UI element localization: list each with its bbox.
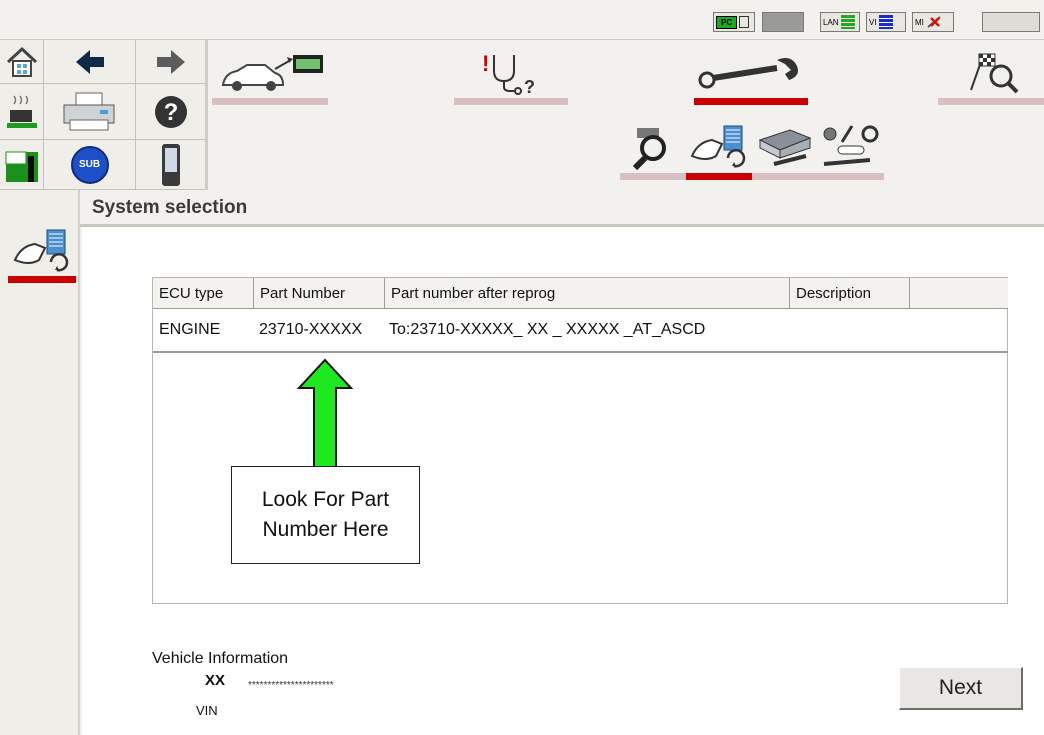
vehicle-info-label: Vehicle Information (152, 650, 289, 667)
vi-device-button[interactable] (136, 140, 206, 190)
lan-signal-icon (840, 15, 855, 29)
forward-button[interactable] (136, 40, 206, 84)
vehicle-connect-button[interactable] (212, 46, 328, 98)
next-button[interactable]: Next (899, 667, 1023, 710)
coffee-cup-icon (6, 95, 37, 128)
arrow-right-icon (156, 49, 185, 74)
sub-icon: SUB (70, 145, 109, 184)
annotation-line-1: Look For Part (261, 488, 390, 511)
cell-part-number: 23710-XXXXX (259, 321, 363, 338)
mi-disconnected-icon (927, 16, 941, 28)
back-button[interactable] (44, 40, 136, 84)
stethoscope-icon: !? (482, 51, 535, 95)
maintenance-underline (818, 173, 884, 180)
column-header-description[interactable]: Description (790, 278, 910, 309)
checkered-flag-icon (970, 53, 1019, 94)
screen-resize-button[interactable] (0, 140, 44, 190)
reprogramming-icon (690, 125, 746, 168)
toolbar-divider (205, 40, 208, 190)
status-blank-indicator (982, 12, 1040, 32)
reprogramming-icon (13, 229, 69, 272)
printer-icon (63, 92, 114, 130)
ecu-search-button[interactable] (620, 120, 686, 172)
ecu-search-underline (620, 173, 686, 180)
custom-user-setting-button[interactable] (938, 46, 1044, 98)
battery-indicator (762, 12, 804, 32)
home-button[interactable] (0, 40, 44, 84)
resize-window-icon (5, 151, 38, 182)
arrow-left-icon (75, 49, 104, 74)
column-header-extra[interactable] (910, 278, 1008, 309)
column-header-part-number[interactable]: Part Number (254, 278, 385, 309)
cell-part-after-reprog: To:23710-XXXXX_ XX _ XXXXX _AT_ASCD (389, 321, 706, 338)
handheld-device-icon (161, 143, 180, 186)
vin-value: ********************** (248, 680, 334, 691)
svg-text:?: ? (524, 77, 535, 95)
table-row[interactable]: ENGINE 23710-XXXXX To:23710-XXXXX_ XX _ … (153, 309, 1008, 353)
mi-indicator: MI (912, 12, 954, 32)
vi-indicator: VI (866, 12, 906, 32)
lan-indicator: LAN (820, 12, 860, 32)
reprogramming-underline-active (686, 173, 752, 180)
sub-button[interactable]: SUB (44, 140, 136, 190)
side-active-underline (8, 276, 76, 283)
svg-text:?: ? (163, 99, 178, 126)
vehicle-connect-underline (212, 98, 328, 105)
vin-label: VIN (196, 703, 218, 718)
ecu-replacement-button[interactable] (752, 120, 818, 172)
vi-signal-icon (878, 15, 893, 29)
car-connect-icon (221, 55, 323, 91)
reprogramming-button[interactable] (686, 120, 752, 172)
cell-ecu-type: ENGINE (159, 321, 221, 338)
ecu-replacement-icon (758, 129, 812, 166)
vehicle-model: XX (205, 672, 226, 689)
connection-bars-icon (739, 16, 750, 28)
page-title: System selection (92, 197, 248, 218)
repair-work-button[interactable] (694, 46, 808, 98)
column-header-ecu-type[interactable]: ECU type (153, 278, 254, 309)
help-button[interactable]: ? (136, 84, 206, 140)
pc-chip: PC (716, 15, 738, 29)
help-icon: ? (154, 95, 187, 128)
diagnosis-underline (454, 98, 568, 105)
home-icon (6, 46, 37, 77)
custom-user-setting-underline (938, 98, 1044, 105)
side-reprogramming-icon-button[interactable] (8, 224, 76, 276)
ecu-replacement-underline (752, 173, 818, 180)
annotation-callout: Look For Part Number Here (231, 466, 420, 564)
ecu-search-icon (632, 128, 666, 170)
status-bar: PC LAN VI MI (0, 0, 1044, 40)
maintenance-tools-icon (823, 125, 879, 166)
maintenance-button[interactable] (818, 120, 884, 172)
annotation-line-2: Number Here (262, 518, 389, 541)
diagnosis-button[interactable]: !? (454, 46, 568, 98)
screen-capture-button[interactable] (0, 84, 44, 140)
pointer-arrow-icon (296, 358, 354, 469)
repair-work-underline-active (694, 98, 808, 105)
column-header-part-after-reprog[interactable]: Part number after reprog (385, 278, 790, 309)
print-button[interactable] (44, 84, 136, 140)
svg-text:!: ! (482, 51, 489, 76)
wrench-icon (698, 58, 798, 89)
pc-connection-indicator: PC (713, 12, 755, 32)
